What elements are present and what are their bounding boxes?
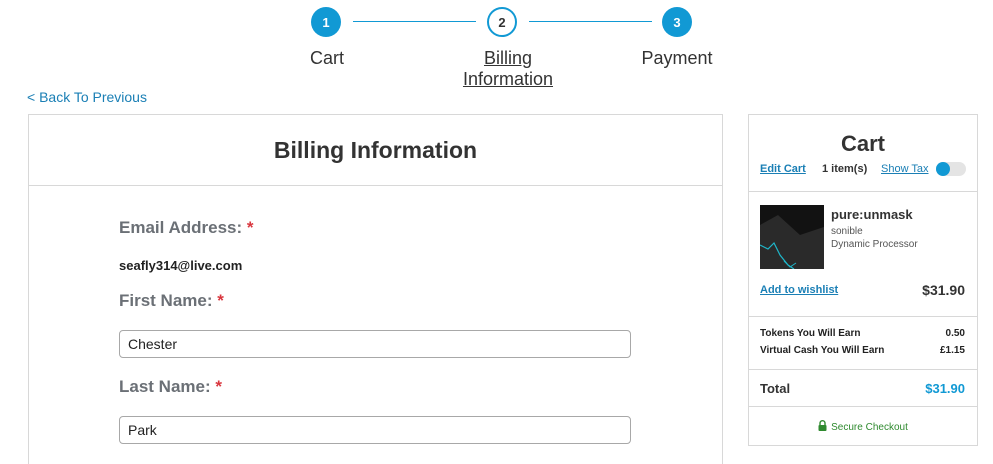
- first-name-label-text: First Name:: [119, 291, 213, 310]
- secure-checkout: Secure Checkout: [749, 420, 977, 433]
- cart-title: Cart: [840, 131, 885, 156]
- last-name-label-text: Last Name:: [119, 377, 211, 396]
- checkout-stepper: 1 2 3 Cart Billing Information Payment: [0, 0, 993, 95]
- show-tax-toggle[interactable]: [936, 162, 966, 176]
- edit-cart-link[interactable]: Edit Cart: [760, 163, 806, 175]
- cart-panel: Cart Edit Cart 1 item(s) Show Tax pure:u…: [748, 114, 978, 446]
- virtual-cash-label: Virtual Cash You Will Earn: [760, 345, 885, 356]
- email-value: seafly314@live.com: [119, 258, 243, 273]
- item-price: $31.90: [922, 282, 965, 298]
- step-2-label-line1: Billing: [483, 48, 533, 68]
- step-connector: [529, 21, 652, 22]
- total-value: $31.90: [925, 381, 965, 396]
- product-name[interactable]: pure:unmask: [831, 207, 913, 222]
- first-name-input[interactable]: [119, 330, 631, 358]
- last-name-input[interactable]: [119, 416, 631, 444]
- total-label: Total: [760, 381, 791, 396]
- product-thumbnail-graphic: [760, 205, 824, 269]
- step-2-label: Billing Information: [448, 48, 568, 90]
- email-label: Email Address: *: [119, 218, 254, 238]
- step-3-label[interactable]: Payment: [627, 48, 727, 69]
- required-asterisk: *: [215, 377, 222, 396]
- billing-panel: Billing Information Email Address: * sea…: [28, 114, 723, 464]
- cart-divider: [749, 191, 977, 192]
- cart-divider: [749, 316, 977, 317]
- cart-toolbar: Edit Cart 1 item(s) Show Tax: [760, 162, 966, 179]
- cart-divider: [749, 369, 977, 370]
- total-row: Total $31.90: [760, 381, 965, 396]
- tokens-value: 0.50: [945, 328, 965, 339]
- secure-checkout-label: Secure Checkout: [831, 422, 908, 433]
- virtual-cash-row: Virtual Cash You Will Earn £1.15: [760, 345, 965, 356]
- last-name-label: Last Name: *: [119, 377, 222, 397]
- product-brand: sonible: [831, 226, 863, 237]
- step-1-circle[interactable]: 1: [311, 7, 341, 37]
- required-asterisk: *: [217, 291, 224, 310]
- first-name-label: First Name: *: [119, 291, 224, 311]
- required-asterisk: *: [246, 218, 254, 237]
- toggle-knob: [936, 162, 950, 176]
- step-2-label-line2: Information: [462, 69, 554, 89]
- email-label-text: Email Address:: [119, 218, 243, 237]
- lock-icon: [818, 420, 827, 431]
- back-to-previous-link[interactable]: < Back To Previous: [27, 89, 147, 105]
- show-tax-link[interactable]: Show Tax: [881, 163, 929, 175]
- cart-divider: [749, 406, 977, 407]
- step-3-circle[interactable]: 3: [662, 7, 692, 37]
- product-description: Dynamic Processor: [831, 239, 918, 250]
- billing-header: Billing Information: [29, 115, 722, 186]
- add-to-wishlist-link[interactable]: Add to wishlist: [760, 284, 838, 296]
- product-thumbnail[interactable]: [760, 205, 824, 269]
- step-2-circle[interactable]: 2: [487, 7, 517, 37]
- item-count: 1 item(s): [822, 163, 868, 175]
- tokens-label: Tokens You Will Earn: [760, 328, 861, 339]
- virtual-cash-value: £1.15: [939, 345, 965, 356]
- billing-title: Billing Information: [273, 136, 478, 163]
- step-connector: [353, 21, 476, 22]
- step-1-label[interactable]: Cart: [287, 48, 367, 69]
- tokens-row: Tokens You Will Earn 0.50: [760, 328, 965, 339]
